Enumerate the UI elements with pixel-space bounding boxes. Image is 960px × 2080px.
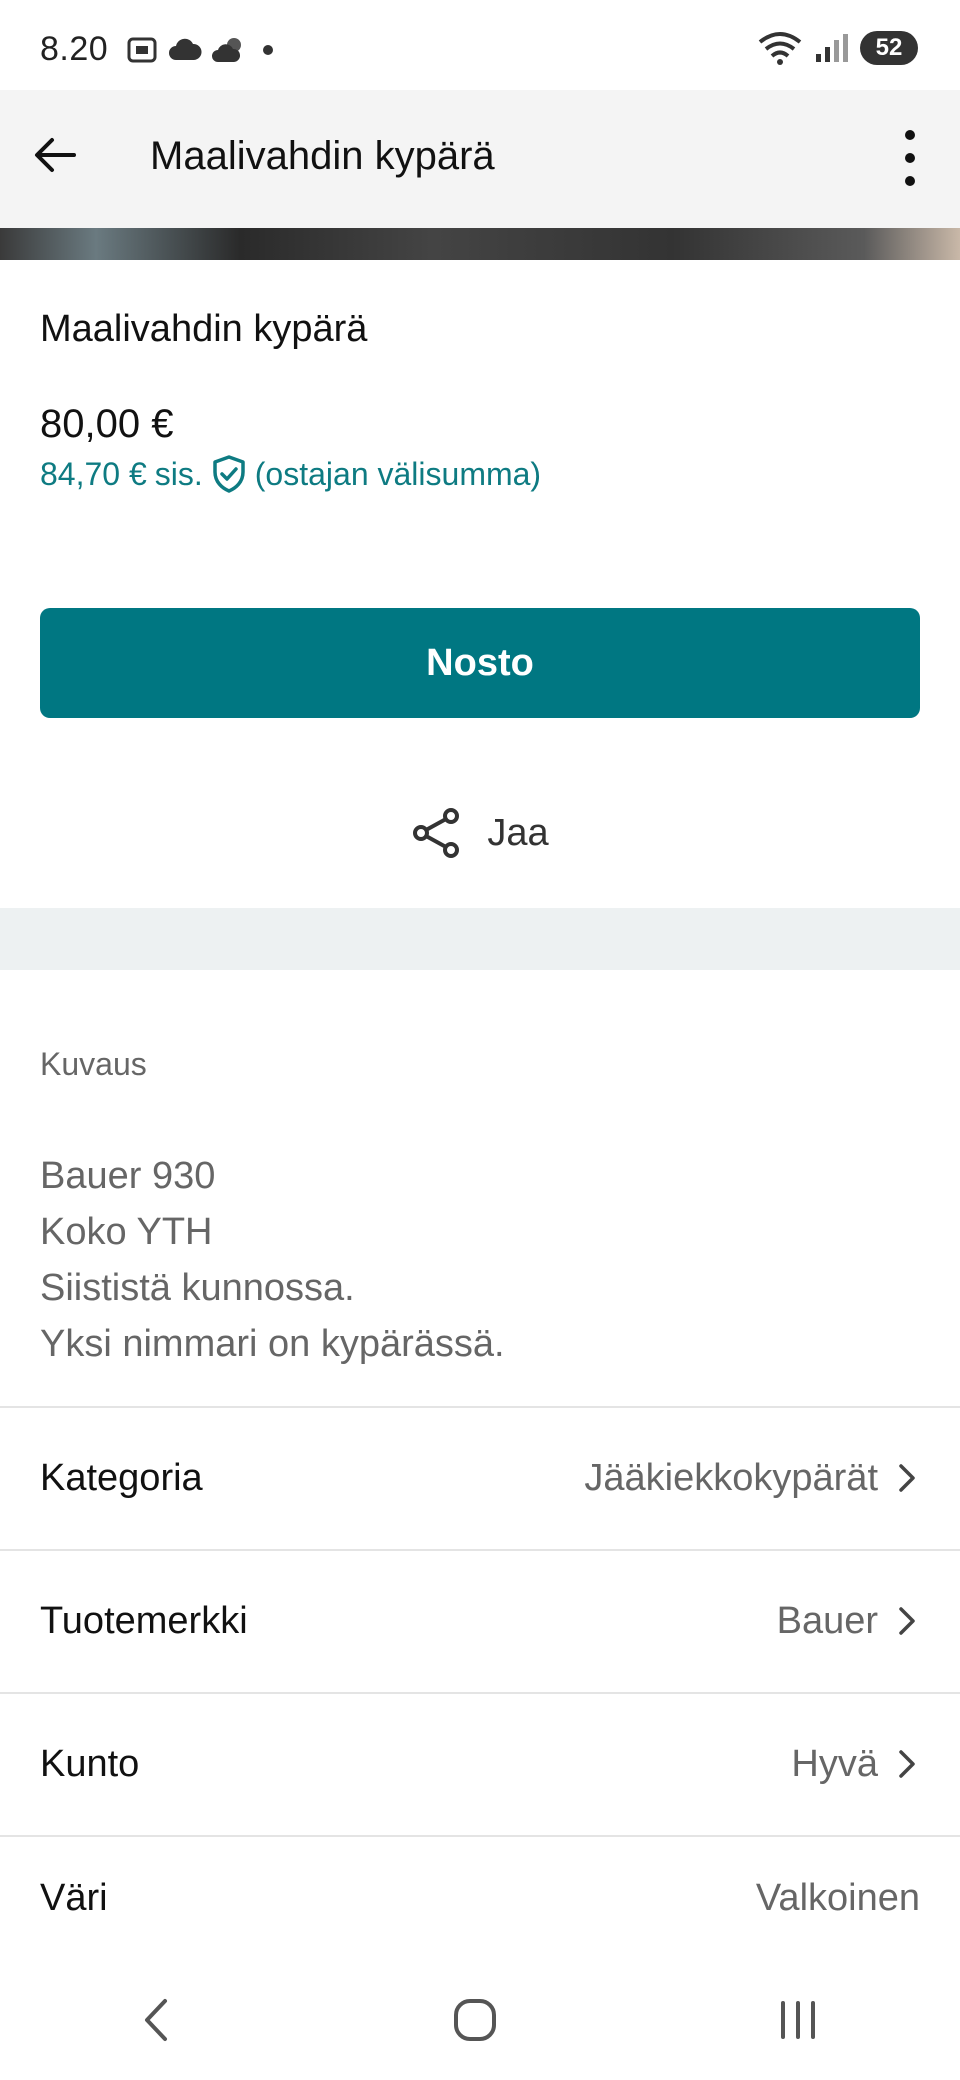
attribute-row-brand[interactable]: Tuotemerkki Bauer <box>0 1549 960 1691</box>
chevron-right-icon <box>899 1750 915 1778</box>
attribute-value: Valkoinen <box>755 1876 920 1919</box>
more-vert-icon[interactable] <box>900 130 920 186</box>
cloud-icon <box>169 38 202 60</box>
description-line: Siististä kunnossa. <box>40 1267 355 1309</box>
attribute-label: Tuotemerkki <box>40 1599 248 1642</box>
status-time: 8.20 <box>40 30 109 68</box>
attribute-label: Väri <box>40 1876 108 1919</box>
attribute-value: Bauer <box>776 1599 878 1642</box>
attribute-label: Kunto <box>40 1742 140 1785</box>
page-title: Maalivahdin kypärä <box>150 134 495 178</box>
attribute-row-category[interactable]: Kategoria Jääkiekkokypärät <box>0 1406 960 1548</box>
status-icons-left <box>126 34 280 66</box>
share-label: Jaa <box>487 811 549 854</box>
bump-button[interactable]: Nosto <box>40 608 920 718</box>
attribute-value: Hyvä <box>791 1742 878 1785</box>
wifi-icon <box>758 32 802 65</box>
shield-check-icon <box>213 455 245 493</box>
status-bar: 8.20 52 <box>0 0 960 90</box>
weather-icon <box>212 38 241 62</box>
nav-home-icon[interactable] <box>450 1995 500 2045</box>
price-incl-note: (ostajan välisumma) <box>254 455 542 492</box>
section-divider <box>0 908 960 970</box>
battery-icon: 52 <box>860 31 918 65</box>
photo-strip[interactable] <box>0 228 960 260</box>
price-incl-amount: 84,70 € <box>40 455 147 492</box>
item-title: Maalivahdin kypärä <box>40 308 368 350</box>
screenshot-icon <box>127 37 157 63</box>
app-bar: Maalivahdin kypärä <box>0 90 960 260</box>
system-nav-bar <box>0 1960 960 2080</box>
description-line: Koko YTH <box>40 1211 213 1253</box>
description-line: Bauer 930 <box>40 1155 216 1197</box>
nav-recents-icon[interactable] <box>773 1995 823 2045</box>
description-label: Kuvaus <box>40 1046 147 1082</box>
share-icon <box>413 808 460 858</box>
arrow-left-icon[interactable] <box>30 130 80 180</box>
chevron-right-icon <box>899 1607 915 1635</box>
attribute-row-color: Väri Valkoinen <box>0 1835 960 1959</box>
status-icons-right: 52 <box>758 30 918 66</box>
nav-back-icon[interactable] <box>137 1995 177 2045</box>
price-incl-text: sis. <box>154 455 203 492</box>
description-text: Bauer 930 Koko YTH Siististä kunnossa. Y… <box>40 1148 505 1372</box>
attribute-label: Kategoria <box>40 1456 203 1499</box>
attribute-row-condition[interactable]: Kunto Hyvä <box>0 1692 960 1834</box>
item-price: 80,00 € <box>40 402 174 446</box>
description-line: Yksi nimmari on kypärässä. <box>40 1323 505 1365</box>
share-button[interactable]: Jaa <box>0 800 960 866</box>
attribute-value: Jääkiekkokypärät <box>584 1456 878 1499</box>
dot-icon <box>263 45 273 55</box>
battery-level: 52 <box>875 34 903 61</box>
chevron-right-icon <box>899 1464 915 1492</box>
buyer-protection-price[interactable]: 84,70 € sis. (ostajan välisumma) <box>40 454 541 494</box>
signal-icon <box>816 34 848 62</box>
